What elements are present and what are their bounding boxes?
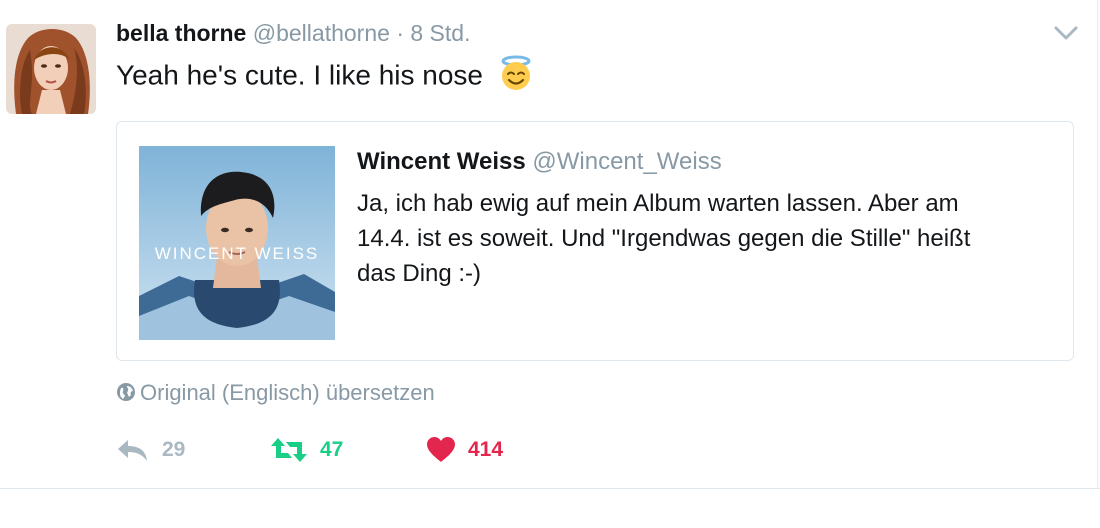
globe-icon [116,382,136,402]
timestamp[interactable]: 8 Std. [410,20,470,46]
quoted-text-line: 14.4. ist es soweit. Und "Irgendwas gege… [357,225,971,252]
reply-icon [118,440,147,461]
heart-icon [427,437,455,462]
quoted-author-handle[interactable]: @Wincent_Weiss [532,148,721,175]
author-handle[interactable]: @bellathorne [253,20,390,46]
separator-dot: · [396,20,404,46]
like-count: 414 [468,438,504,461]
author-name[interactable]: bella thorne [116,20,246,46]
tweet: bella thorne @bellathorne · 8 Std. Yeah … [0,0,1100,528]
album-cover-title: WINCENT WEISS [155,244,320,263]
translate-label: Original (Englisch) übersetzen [140,380,435,405]
quoted-text-line: das Ding :-) [357,260,482,287]
like-button[interactable]: 414 [426,432,503,468]
chevron-down-icon[interactable] [1052,22,1080,44]
album-cover-image: WINCENT WEISS [139,146,335,340]
tweet-text: Yeah he's cute. I like his nose [116,55,535,96]
quoted-header: Wincent Weiss @Wincent_Weiss [357,148,722,176]
quoted-text-line: Ja, ich hab ewig auf mein Album warten l… [357,190,959,217]
avatar[interactable] [6,24,96,114]
reply-button[interactable]: 29 [116,432,185,468]
quoted-text: Ja, ich hab ewig auf mein Album warten l… [357,186,1057,291]
reply-count: 29 [162,438,186,461]
retweet-count: 47 [320,438,344,461]
retweet-icon [271,438,307,462]
divider [1097,0,1098,488]
tweet-text-content: Yeah he's cute. I like his nose [116,59,483,91]
halo-emoji-icon [497,54,535,92]
divider [0,488,1100,489]
quoted-tweet-card[interactable]: WINCENT WEISS Wincent Weiss @Wincent_Wei… [116,121,1074,361]
translate-link[interactable]: Original (Englisch) übersetzen [116,380,435,406]
retweet-button[interactable]: 47 [270,432,343,468]
quoted-author-name[interactable]: Wincent Weiss [357,148,526,175]
tweet-header: bella thorne @bellathorne · 8 Std. [116,20,470,47]
